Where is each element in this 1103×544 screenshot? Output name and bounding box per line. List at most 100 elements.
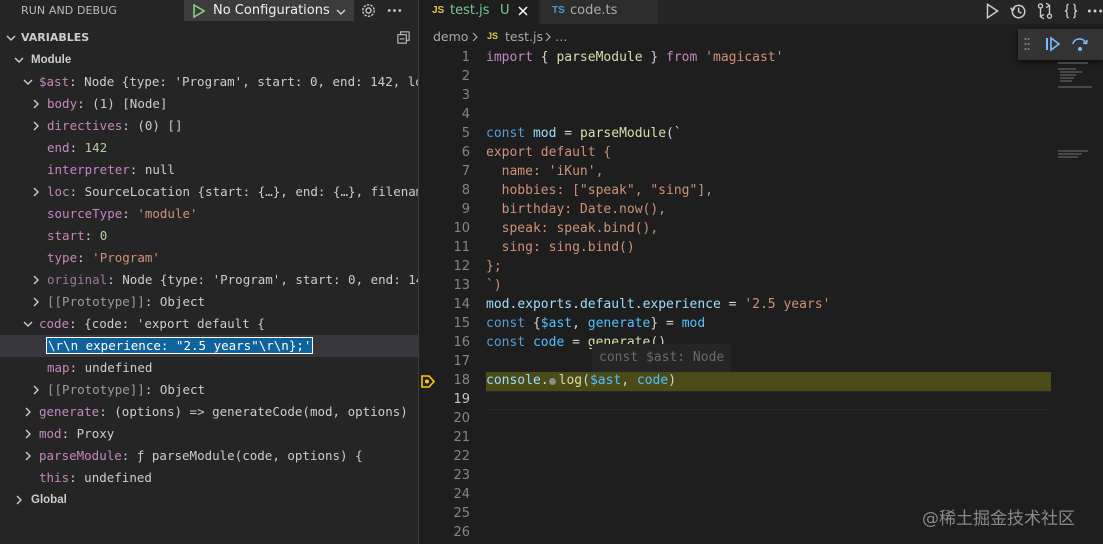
- variable-row-prototype[interactable]: [[Prototype]]: Object: [0, 291, 418, 313]
- code-line: };: [486, 259, 502, 274]
- breadcrumb-folder[interactable]: demo: [433, 29, 468, 44]
- variable-name: body: [47, 96, 78, 111]
- line-number: 10: [453, 221, 470, 236]
- chevron-right-icon: [33, 275, 39, 285]
- variable-value: (1) [Node]: [92, 96, 168, 111]
- debug-toolbar: [1018, 29, 1103, 60]
- variable-value: 'module': [137, 206, 198, 221]
- line-number: 24: [453, 487, 470, 502]
- code-line: const mod = parseModule(`: [486, 126, 682, 141]
- compare-changes-icon[interactable]: [1036, 2, 1054, 20]
- variable-row-parsemodule[interactable]: parseModule: ƒ parseModule(code, options…: [0, 445, 418, 467]
- start-debug-icon[interactable]: [193, 4, 205, 18]
- variable-value: (0) []: [137, 118, 183, 133]
- variable-row-map[interactable]: map: undefined: [0, 357, 418, 379]
- more-actions-icon[interactable]: [1086, 2, 1103, 20]
- variable-value: undefined: [84, 360, 153, 375]
- variable-row-code[interactable]: code: {code: 'export default {: [0, 313, 418, 335]
- chevron-down-icon: [6, 35, 16, 41]
- line-number: 26: [453, 525, 470, 540]
- line-number: 17: [453, 354, 470, 369]
- chevron-right-icon: [472, 32, 478, 42]
- variable-value: Node {type: 'Program', start: 0, end: 14…: [84, 74, 418, 89]
- variable-name: directives: [47, 118, 123, 133]
- variable-value: 0: [99, 228, 108, 243]
- scope-module-label: Module: [31, 54, 72, 66]
- variable-name: end: [47, 140, 70, 155]
- chevron-down-icon: [23, 321, 33, 327]
- drag-handle-icon[interactable]: [1024, 37, 1030, 51]
- launch-config-select[interactable]: No Configurations: [184, 0, 354, 21]
- js-file-icon: JS: [487, 31, 499, 41]
- breadcrumb-file[interactable]: test.js: [505, 29, 543, 44]
- scope-global[interactable]: Global: [0, 489, 418, 511]
- chevron-right-icon: [545, 32, 551, 42]
- selected-value-text[interactable]: \r\n experience: "2.5 years"\r\n};': [45, 337, 314, 354]
- tab-test-js[interactable]: JS test.js U: [420, 0, 538, 24]
- chevron-down-icon: [14, 57, 24, 63]
- code-line: console. log($ast, code): [486, 373, 677, 388]
- variable-value: SourceLocation {start: {…}, end: {…}, fi…: [84, 184, 418, 199]
- variable-row-sourcetype[interactable]: sourceType: 'module': [0, 203, 418, 225]
- chevron-right-icon: [16, 495, 22, 505]
- variable-value: 'Program': [92, 250, 160, 265]
- line-number: 22: [453, 449, 470, 464]
- variable-row-loc[interactable]: loc: SourceLocation {start: {…}, end: {……: [0, 181, 418, 203]
- variable-row-mod[interactable]: mod: Proxy: [0, 423, 418, 445]
- variable-row-interpreter[interactable]: interpreter: null: [0, 159, 418, 181]
- line-number: 3: [461, 88, 470, 103]
- variable-value: ƒ parseModule(code, options) {: [136, 448, 363, 463]
- code-line: `): [486, 278, 502, 293]
- variable-name: generate: [39, 404, 100, 419]
- collapse-all-icon[interactable]: [396, 30, 411, 45]
- gear-icon[interactable]: [360, 2, 377, 19]
- variable-row-generate[interactable]: generate: (options) => generateCode(mod,…: [0, 401, 418, 423]
- variable-value: undefined: [84, 470, 152, 485]
- variable-value: null: [144, 162, 175, 177]
- variable-row-directives[interactable]: directives: (0) []: [0, 115, 418, 137]
- variable-row-end[interactable]: end: 142: [0, 137, 418, 159]
- scope-module[interactable]: Module: [0, 49, 418, 71]
- step-over-icon[interactable]: [1071, 35, 1089, 53]
- variable-row-this[interactable]: this: undefined: [0, 467, 418, 489]
- more-actions-icon[interactable]: [386, 2, 403, 19]
- chevron-right-icon: [33, 297, 39, 307]
- tab-label: test.js: [450, 3, 490, 18]
- continue-icon[interactable]: [1044, 35, 1062, 53]
- variable-name: [[Prototype]]: [47, 294, 145, 309]
- tab-code-ts[interactable]: TS code.ts: [540, 0, 658, 24]
- variable-name: original: [47, 272, 108, 287]
- line-number: 23: [453, 468, 470, 483]
- variable-name: $ast: [39, 74, 70, 89]
- run-icon[interactable]: [983, 2, 1001, 20]
- variable-row-prototype[interactable]: [[Prototype]]: Object: [0, 379, 418, 401]
- debug-header: RUN AND DEBUG No Configurations: [0, 0, 419, 22]
- variable-row-selected[interactable]: \r\n experience: "2.5 years"\r\n};': [0, 335, 418, 357]
- timeline-icon[interactable]: [1009, 2, 1027, 20]
- braces-icon[interactable]: [1062, 2, 1080, 20]
- line-number: 7: [461, 164, 470, 179]
- variable-value: 142: [84, 140, 108, 155]
- variables-section-header[interactable]: VARIABLES: [0, 28, 419, 48]
- line-number: 20: [453, 411, 470, 426]
- variable-row-body[interactable]: body: (1) [Node]: [0, 93, 418, 115]
- scope-global-label: Global: [31, 494, 67, 506]
- variable-row-start[interactable]: start: 0: [0, 225, 418, 247]
- chevron-down-icon: [23, 79, 33, 85]
- variable-row-original[interactable]: original: Node {type: 'Program', start: …: [0, 269, 418, 291]
- breadcrumb-symbols[interactable]: …: [555, 29, 568, 44]
- variable-value: Object: [159, 294, 206, 309]
- line-number: 21: [453, 430, 470, 445]
- code-line: sing: sing.bind(): [486, 240, 635, 255]
- variable-row-ast[interactable]: $ast: Node {type: 'Program', start: 0, e…: [0, 71, 418, 93]
- minimap[interactable]: [1055, 60, 1103, 180]
- chevron-right-icon: [25, 429, 31, 439]
- inline-breakpoint-icon[interactable]: [549, 378, 556, 385]
- close-icon[interactable]: [517, 5, 529, 17]
- line-number: 1: [461, 50, 470, 65]
- variable-value: Object: [159, 382, 206, 397]
- variable-row-type[interactable]: type: 'Program': [0, 247, 418, 269]
- line-number: 8: [461, 183, 470, 198]
- variable-value: Proxy: [76, 426, 115, 441]
- line-number: 4: [461, 107, 470, 122]
